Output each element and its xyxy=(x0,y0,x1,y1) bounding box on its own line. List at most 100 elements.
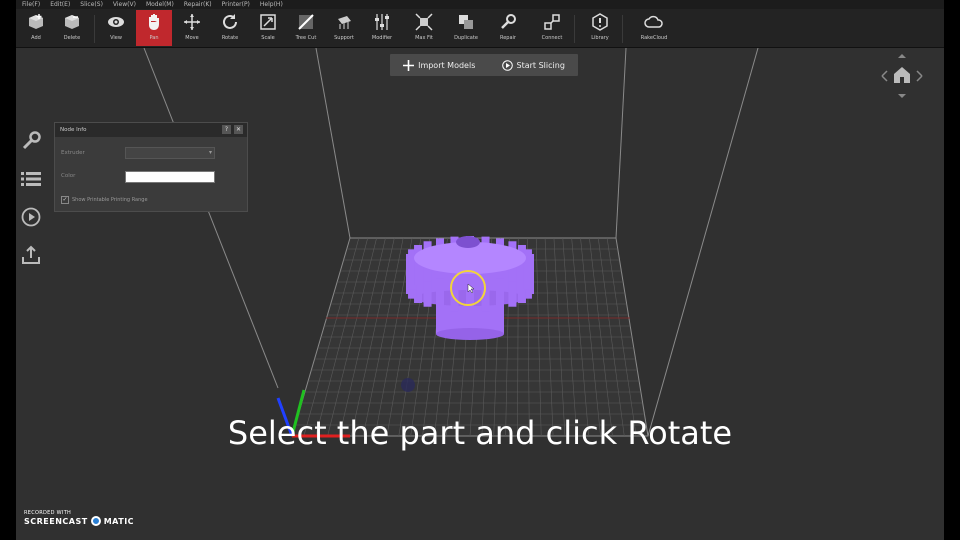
nav-down-icon xyxy=(898,94,906,98)
import-models-button[interactable]: Import Models xyxy=(403,59,476,71)
menu-slice[interactable]: Slice(S) xyxy=(80,0,103,9)
start-slicing-label: Start Slicing xyxy=(516,60,565,70)
nav-left-icon xyxy=(881,70,888,82)
upload-icon xyxy=(22,245,40,264)
delete-button[interactable]: Delete xyxy=(54,10,90,46)
connect-button[interactable]: Connect xyxy=(534,10,570,46)
color-label: Color xyxy=(61,173,76,179)
screencast-logo-icon xyxy=(90,516,101,526)
pan-button[interactable]: Pan xyxy=(136,10,172,46)
view-label: View xyxy=(110,35,122,41)
modifier-button[interactable]: Modifier xyxy=(364,10,400,46)
node-info-panel: Node Info ? ✕ Extruder ▾ Color ✓ Show Pr… xyxy=(54,122,248,212)
watermark-brand-left: SCREENCAST xyxy=(24,516,88,526)
chevron-down-icon: ▾ xyxy=(208,149,212,156)
tree-cut-button[interactable]: Tree Cut xyxy=(288,10,324,46)
view-button[interactable]: View xyxy=(98,10,134,46)
support-label: Support xyxy=(334,35,354,41)
eye-icon xyxy=(98,10,134,34)
move-label: Move xyxy=(185,35,199,41)
extruder-label: Extruder xyxy=(61,150,85,156)
move-arrows-icon xyxy=(174,10,210,34)
support-icon xyxy=(326,10,362,34)
toolbar-separator xyxy=(94,15,95,43)
export-button[interactable] xyxy=(20,244,42,266)
delete-label: Delete xyxy=(63,35,81,41)
nav-right-icon xyxy=(916,70,923,82)
menu-repair[interactable]: Repair(K) xyxy=(184,0,212,9)
support-button[interactable]: Support xyxy=(326,10,362,46)
cut-icon xyxy=(288,10,324,34)
menu-edit[interactable]: Edit(E) xyxy=(50,0,70,9)
library-label: Library xyxy=(591,35,609,41)
library-button[interactable]: Library xyxy=(582,10,618,46)
tree-cut-label: Tree Cut xyxy=(295,35,317,41)
scale-label: Scale xyxy=(261,35,275,41)
app-window: File(F) Edit(E) Slice(S) View(V) Model(M… xyxy=(16,0,944,540)
menu-bar: File(F) Edit(E) Slice(S) View(V) Model(M… xyxy=(16,0,944,9)
scale-button[interactable]: Scale xyxy=(250,10,286,46)
duplicate-button[interactable]: Duplicate xyxy=(448,10,484,46)
modifier-label: Modifier xyxy=(371,35,393,41)
move-button[interactable]: Move xyxy=(174,10,210,46)
library-icon xyxy=(582,10,618,34)
tutorial-caption: Select the part and click Rotate xyxy=(227,414,733,452)
settings-wrench-button[interactable] xyxy=(20,130,42,152)
extruder-select[interactable]: ▾ xyxy=(125,147,215,159)
menu-file[interactable]: File(F) xyxy=(22,0,40,9)
checkbox-check-icon: ✓ xyxy=(61,196,69,204)
plus-icon xyxy=(403,59,415,71)
menu-model[interactable]: Model(M) xyxy=(146,0,174,9)
duplicate-icon xyxy=(448,10,484,34)
rotate-button[interactable]: Rotate xyxy=(212,10,248,46)
nav-up-icon xyxy=(898,54,906,58)
max-fit-button[interactable]: Max Fit xyxy=(406,10,442,46)
left-letterbox xyxy=(0,0,16,540)
toolbar-separator xyxy=(574,15,575,43)
wrench-icon xyxy=(490,10,526,34)
menu-view[interactable]: View(V) xyxy=(113,0,136,9)
delete-cube-icon xyxy=(54,10,90,34)
repair-label: Repair xyxy=(499,35,516,41)
repair-button[interactable]: Repair xyxy=(490,10,526,46)
max-fit-icon xyxy=(406,10,442,34)
color-swatch[interactable] xyxy=(125,171,215,183)
scale-icon xyxy=(250,10,286,34)
sliders-icon xyxy=(364,10,400,34)
rotate-icon xyxy=(212,10,248,34)
rakecloud-button[interactable]: RakeCloud xyxy=(636,10,672,46)
hand-icon xyxy=(136,10,172,34)
view-navigator[interactable] xyxy=(878,52,926,100)
connect-icon xyxy=(534,10,570,34)
toolbar: Add Delete View Pan Move Rotate Scale Tr… xyxy=(16,9,944,48)
screencast-watermark: RECORDED WITH SCREENCAST MATIC xyxy=(24,510,134,526)
add-label: Add xyxy=(31,35,41,41)
model-list-button[interactable] xyxy=(20,168,42,190)
top-action-bar: Import Models Start Slicing xyxy=(390,54,578,76)
preview-button[interactable] xyxy=(20,206,42,228)
connect-label: Connect xyxy=(541,35,563,41)
play-icon xyxy=(501,59,513,71)
import-models-label: Import Models xyxy=(418,60,476,70)
start-slicing-button[interactable]: Start Slicing xyxy=(501,59,565,71)
pan-label: Pan xyxy=(149,35,159,41)
menu-help[interactable]: Help(H) xyxy=(260,0,283,9)
duplicate-label: Duplicate xyxy=(454,35,478,41)
add-cube-icon xyxy=(18,10,54,34)
watermark-brand-right: MATIC xyxy=(103,516,135,526)
wrench-icon xyxy=(22,131,41,150)
rotate-label: Rotate xyxy=(221,35,239,41)
close-button[interactable]: ✕ xyxy=(234,125,243,134)
menu-printer[interactable]: Printer(P) xyxy=(222,0,250,9)
printable-range-label: Show Printable Printing Range xyxy=(72,197,148,203)
list-icon xyxy=(21,172,41,186)
cloud-icon xyxy=(636,10,672,34)
help-button[interactable]: ? xyxy=(222,125,231,134)
right-letterbox xyxy=(944,0,960,540)
node-info-title: Node Info xyxy=(60,127,87,133)
add-button[interactable]: Add xyxy=(18,10,54,46)
printable-range-checkbox[interactable]: ✓ Show Printable Printing Range xyxy=(61,196,148,204)
max-fit-label: Max Fit xyxy=(415,35,433,41)
left-sidebar xyxy=(20,130,42,282)
toolbar-separator xyxy=(622,15,623,43)
